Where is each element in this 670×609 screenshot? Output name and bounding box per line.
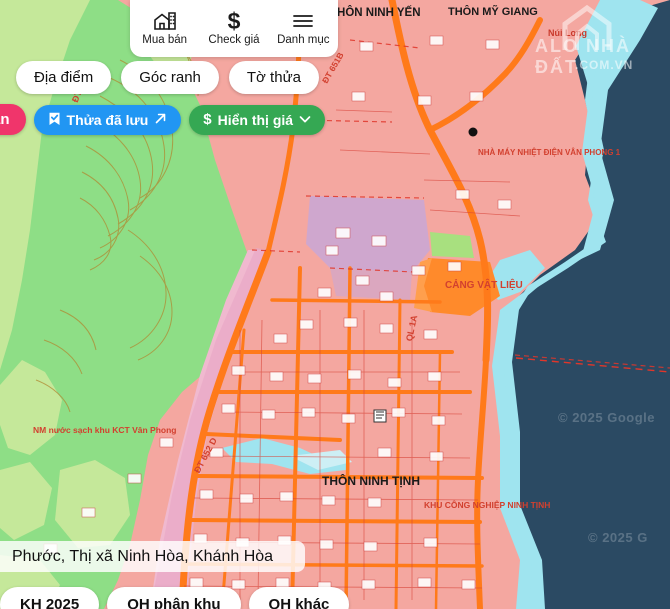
house-outline-icon [525,4,670,72]
filter-saved-parcels[interactable]: Thửa đã lưu [34,105,182,135]
layer-qh-khac[interactable]: QH khác [249,587,350,609]
filter-dia-diem-label: Địa điểm [34,69,93,86]
bookmark-check-icon [48,112,61,128]
app-root: THÔN NINH YẾNTHÔN MỸ GIANGNúi LongNHÀ MÁ… [0,0,670,609]
chevron-down-icon [299,113,311,126]
filter-dia-diem[interactable]: Địa điểm [16,61,111,94]
house-building-icon [154,10,176,32]
nav-label-danh-muc: Danh mục [277,35,329,47]
filter-to-thua-label: Tờ thửa [247,69,301,86]
nav-item-danh-muc[interactable]: Danh mục [270,10,336,47]
layer-toggle-row: KH 2025 QH phân khu QH khác [0,587,349,609]
filter-goc-ranh-label: Góc ranh [139,69,201,86]
layer-kh-2025[interactable]: KH 2025 [0,587,99,609]
filter-show-price-label: Hiển thị giá [218,112,293,128]
filter-to-thua[interactable]: Tờ thửa [229,61,319,94]
location-bar[interactable]: Phước, Thị xã Ninh Hòa, Khánh Hòa [0,541,305,572]
dollar-icon: $ [228,10,241,32]
filter-hidden-label: ẩn [0,111,10,128]
location-bar-text: Phước, Thị xã Ninh Hòa, Khánh Hòa [12,548,273,566]
filter-hidden-partial[interactable]: ẩn [0,104,26,135]
watermark-logo: ALO NHÀ ĐẤT .COM.VN [515,8,665,76]
top-nav-bar: Mua bán $ Check giá Danh mục [130,0,338,57]
arrow-up-right-icon [154,112,167,127]
nav-label-mua-ban: Mua bán [142,35,187,47]
dollar-sign-icon: $ [203,112,211,127]
nav-item-check-gia[interactable]: $ Check giá [201,10,267,47]
nav-item-mua-ban[interactable]: Mua bán [132,10,198,47]
layer-kh-2025-label: KH 2025 [20,596,79,609]
filter-show-price[interactable]: $ Hiển thị giá [189,105,325,135]
layer-qh-khac-label: QH khác [269,596,330,609]
nav-label-check-gia: Check giá [208,35,259,47]
filter-row-primary: Địa điểm Góc ranh Tờ thửa [16,61,319,94]
layer-qh-phan-khu[interactable]: QH phân khu [107,587,240,609]
filter-goc-ranh[interactable]: Góc ranh [121,61,219,94]
filter-saved-label: Thửa đã lưu [67,112,149,128]
hamburger-icon [292,10,314,32]
filter-row-secondary: ẩn Thửa đã lưu $ Hiển thị giá [0,104,325,135]
layer-qh-phan-khu-label: QH phân khu [127,596,220,609]
